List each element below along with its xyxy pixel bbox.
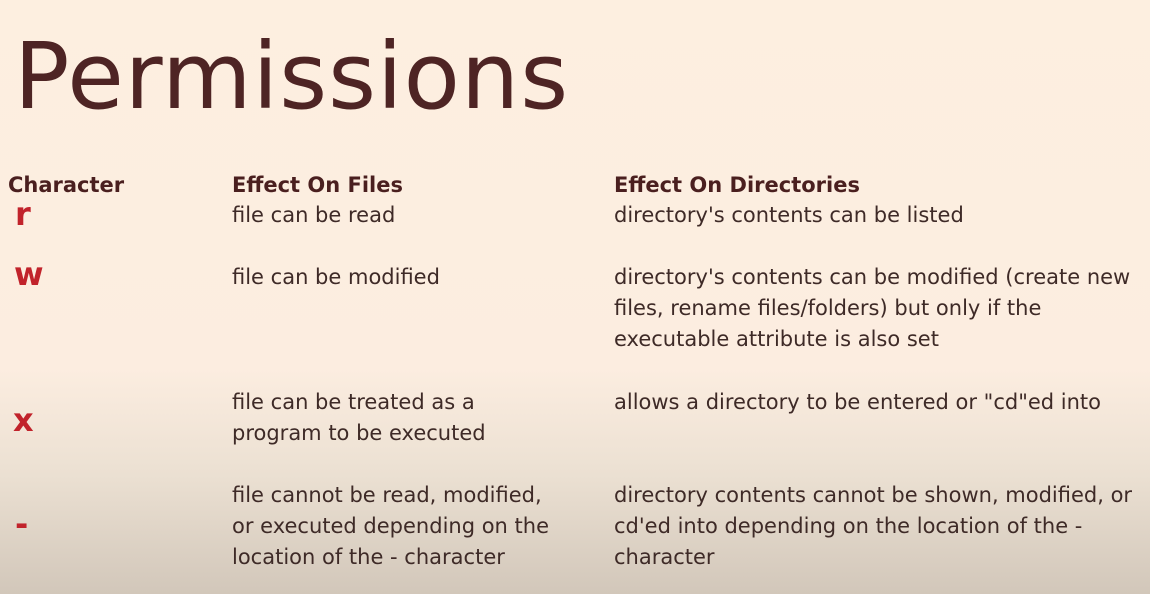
files-effect-x-line-1: file can be treated as a: [232, 390, 475, 414]
dirs-effect-r-line-1: directory's contents can be listed: [614, 203, 964, 227]
dirs-effect-w-line-2: files, rename files/folders) but only if…: [614, 296, 1042, 320]
dirs-effect-x-line-1: allows a directory to be entered or "cd"…: [614, 390, 1102, 414]
files-effect-x-line-2: program to be executed: [232, 421, 486, 445]
header-effect-on-directories: Effect On Directories: [614, 173, 860, 197]
files-effect-dash-line-3: location of the - character: [232, 545, 505, 569]
files-effect-dash-line-1: file cannot be read, modified,: [232, 483, 542, 507]
dirs-effect-w-line-1: directory's contents can be modified (cr…: [614, 265, 1131, 289]
permission-char-x: x: [13, 401, 34, 439]
dirs-effect-dash-line-3: character: [614, 545, 715, 569]
permission-char-r: r: [15, 195, 31, 233]
permission-char-dash: -: [15, 505, 29, 543]
dirs-effect-w-line-3: executable attribute is also set: [614, 327, 939, 351]
files-effect-dash-line-2: or executed depending on the: [232, 514, 550, 538]
dirs-effect-dash-line-1: directory contents cannot be shown, modi…: [614, 483, 1133, 507]
files-effect-r-line-1: file can be read: [232, 203, 396, 227]
page-title: Permissions: [14, 23, 570, 130]
header-effect-on-files: Effect On Files: [232, 173, 403, 197]
files-effect-w-line-1: file can be modified: [232, 265, 440, 289]
dirs-effect-dash-line-2: cd'ed into depending on the location of …: [614, 514, 1083, 538]
permission-char-w: w: [14, 255, 44, 293]
